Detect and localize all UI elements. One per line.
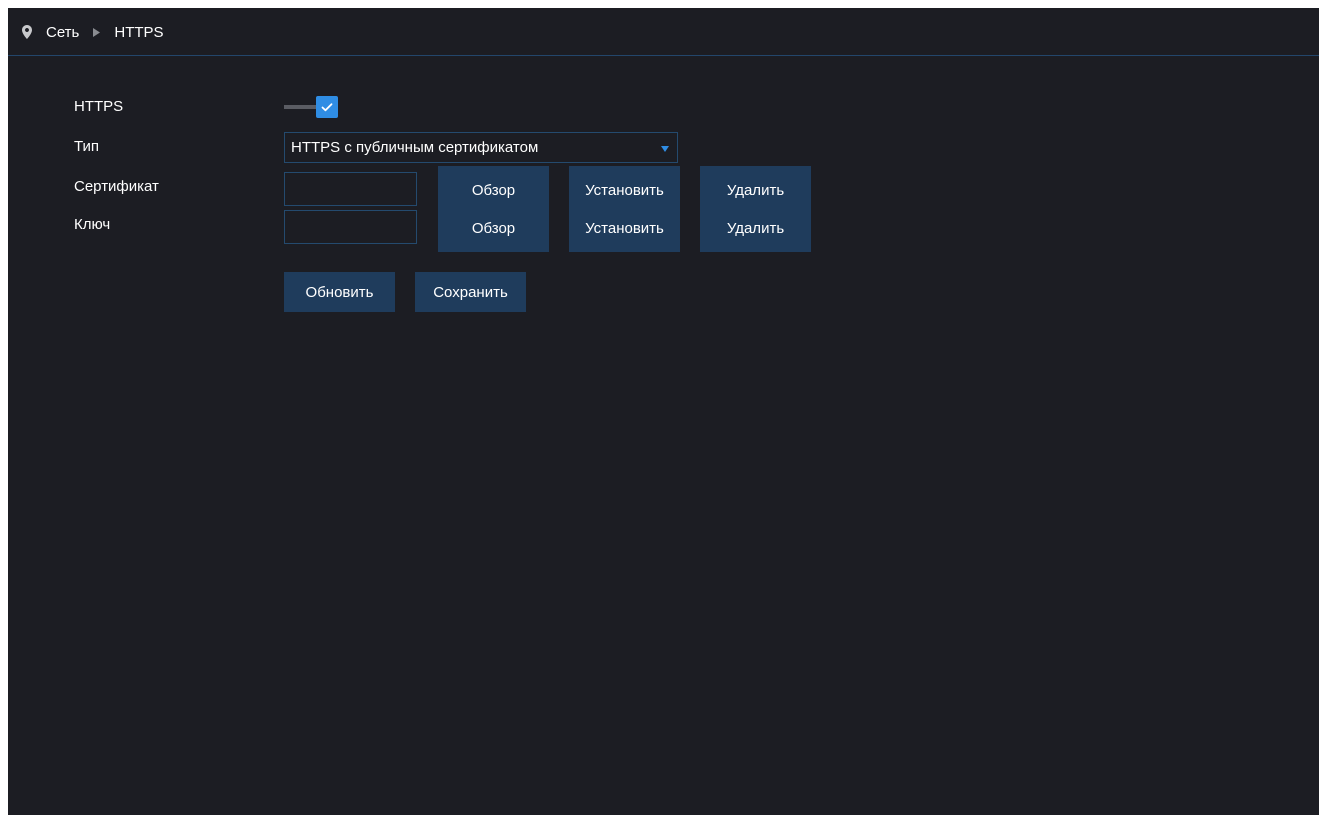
save-button[interactable]: Сохранить: [415, 272, 526, 312]
settings-window: Сеть HTTPS HTTPS Тип HTTPS с публичным с…: [8, 8, 1319, 815]
breadcrumb-section[interactable]: Сеть: [46, 24, 79, 41]
key-label: Ключ: [74, 216, 111, 233]
refresh-button[interactable]: Обновить: [284, 272, 395, 312]
type-label: Тип: [74, 138, 100, 155]
type-select-value: HTTPS с публичным сертификатом: [291, 139, 539, 156]
location-pin-icon: [22, 25, 32, 39]
type-select[interactable]: HTTPS с публичным сертификатом: [284, 132, 678, 163]
key-file-field[interactable]: [284, 210, 417, 244]
toggle-track: [284, 105, 318, 109]
breadcrumb-page: HTTPS: [114, 23, 164, 41]
key-delete-button[interactable]: Удалить: [700, 204, 811, 252]
https-toggle[interactable]: [284, 96, 350, 118]
toggle-knob: [316, 96, 338, 118]
https-label: HTTPS: [74, 98, 124, 115]
triangle-right-icon: [93, 27, 101, 37]
certificate-label: Сертификат: [74, 178, 159, 195]
key-install-button[interactable]: Установить: [569, 204, 680, 252]
checkmark-icon: [321, 103, 333, 112]
certificate-file-field[interactable]: [284, 172, 417, 206]
dropdown-arrow-icon: [661, 146, 669, 152]
header-bar: Сеть HTTPS: [8, 8, 1319, 56]
key-browse-button[interactable]: Обзор: [438, 204, 549, 252]
breadcrumb: Сеть HTTPS: [22, 22, 164, 42]
